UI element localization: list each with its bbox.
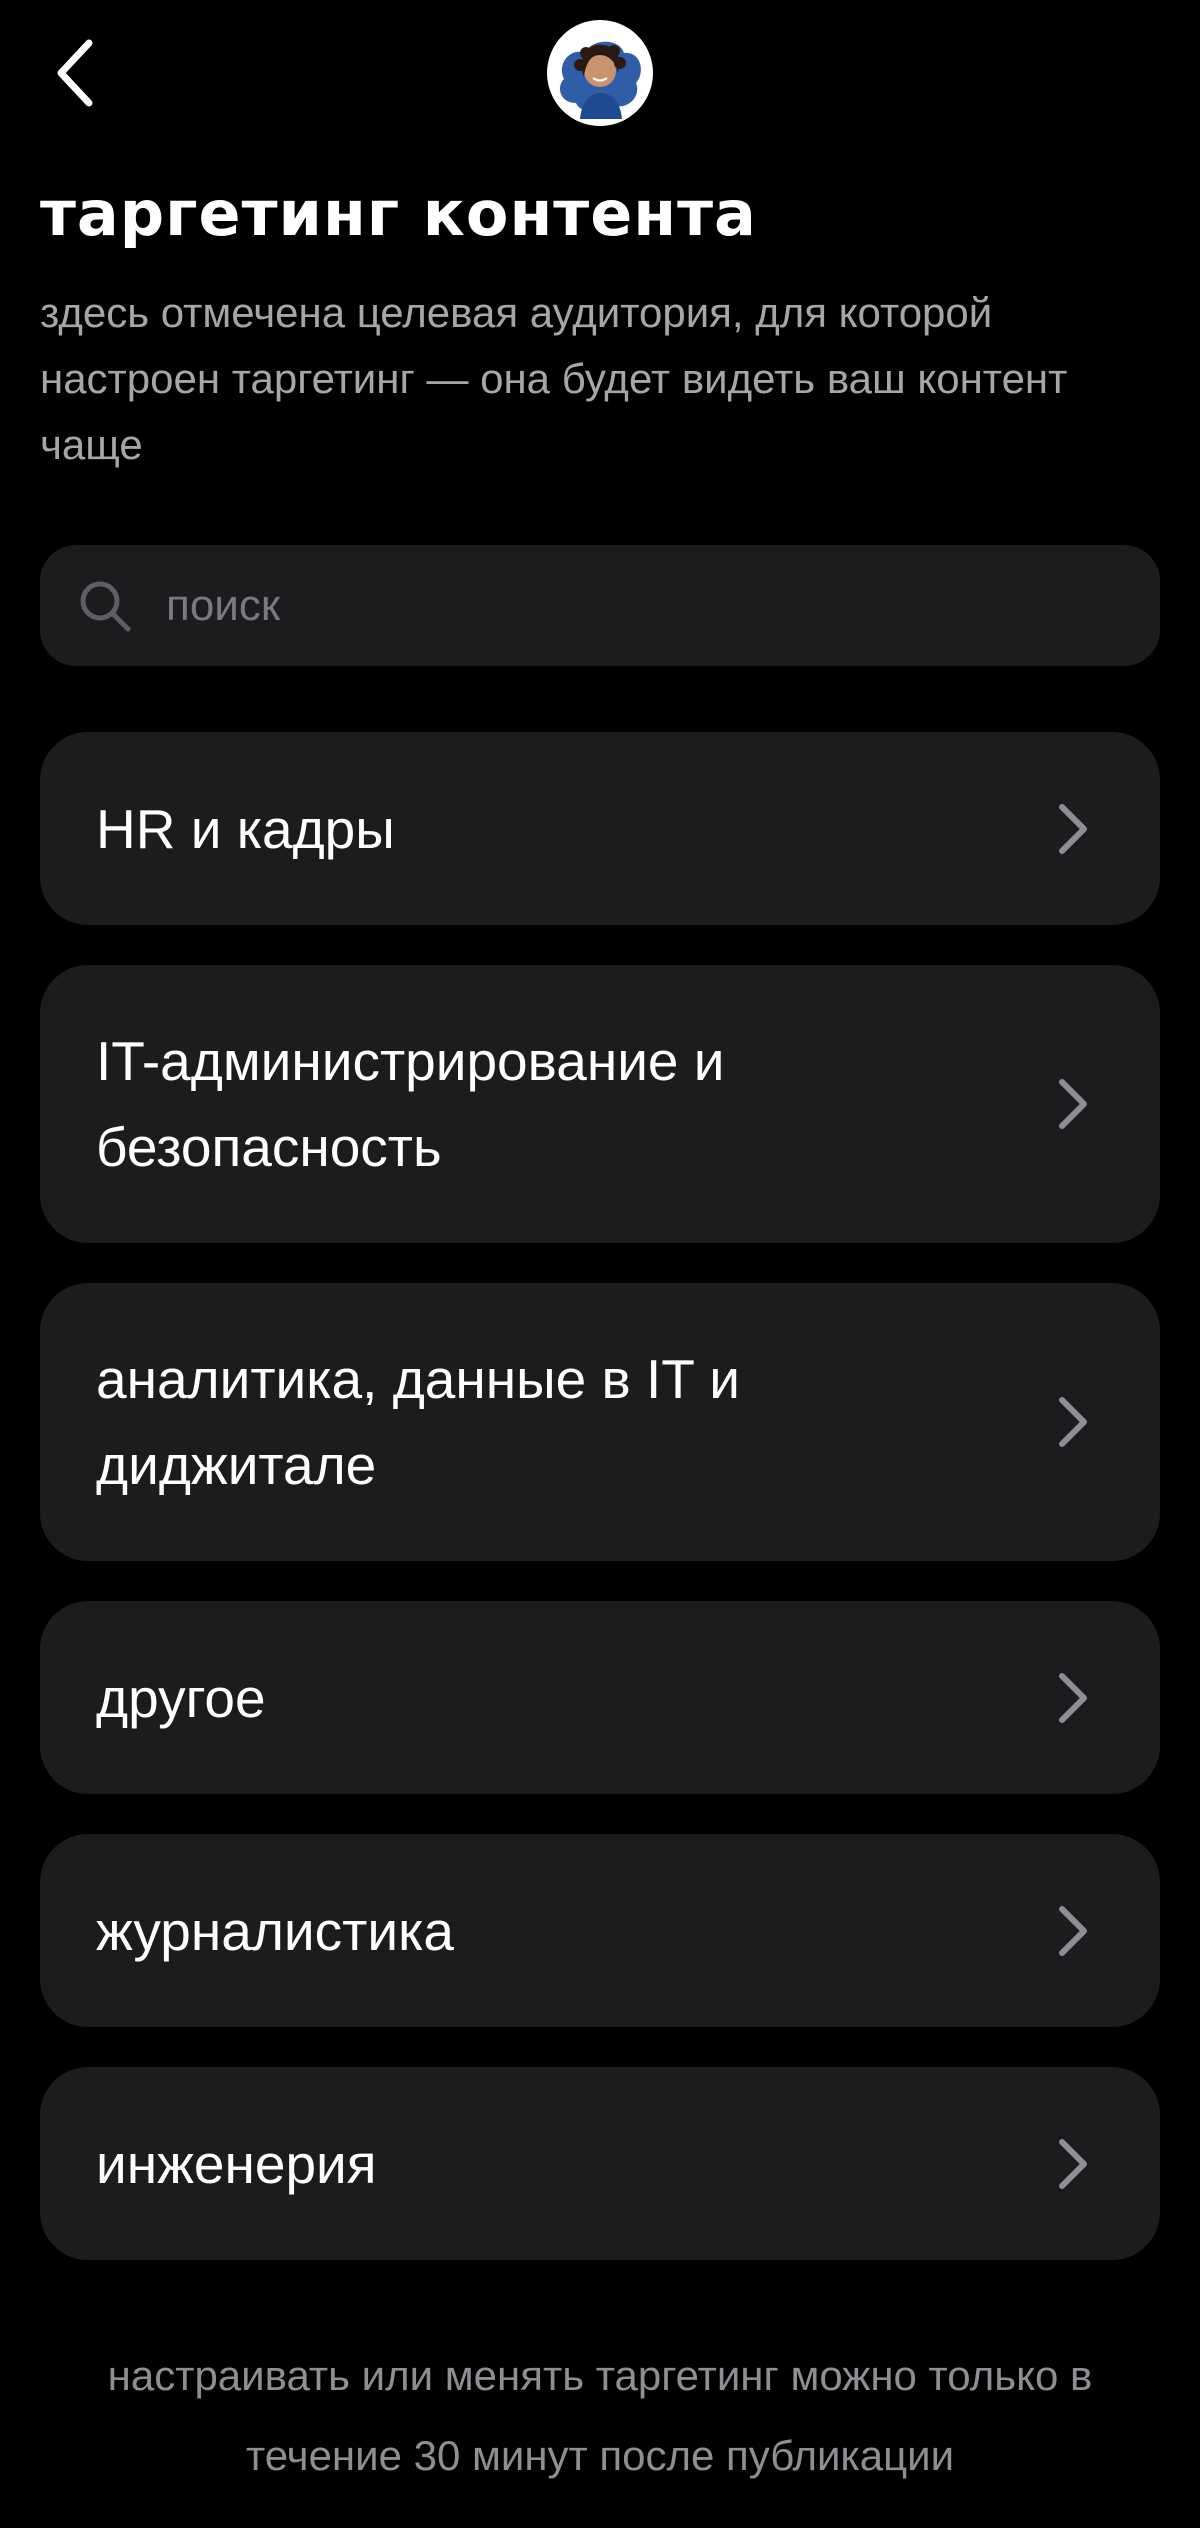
category-item-it-admin[interactable]: IT-администрирование и безопасность <box>40 965 1160 1243</box>
chevron-right-icon <box>1059 803 1087 854</box>
category-item-other[interactable]: другое <box>40 1601 1160 1794</box>
category-item-label: аналитика, данные в IT и диджитале <box>96 1348 740 1496</box>
chevron-right-icon <box>1059 2138 1087 2189</box>
search-box[interactable] <box>40 545 1160 666</box>
search-input[interactable] <box>166 545 1160 666</box>
category-item-hr[interactable]: HR и кадры <box>40 732 1160 925</box>
category-item-engineering[interactable]: инженерия <box>40 2067 1160 2260</box>
category-item-label: HR и кадры <box>96 797 395 860</box>
page-subtitle: здесь отмечена целевая аудитория, для ко… <box>40 289 1068 468</box>
chevron-left-icon <box>57 39 93 107</box>
chevron-right-icon <box>1059 1672 1087 1723</box>
chevron-right-icon <box>1059 1905 1087 1956</box>
chevron-right-icon <box>1059 1079 1087 1129</box>
category-item-label: журналистика <box>96 1899 454 1962</box>
page-title: таргетинг контента <box>40 177 757 250</box>
back-button[interactable] <box>40 30 110 116</box>
category-item-label: другое <box>96 1666 266 1729</box>
category-item-label: инженерия <box>96 2132 377 2195</box>
user-avatar <box>550 23 650 123</box>
chevron-right-icon <box>1059 1397 1087 1447</box>
category-item-label: IT-администрирование и безопасность <box>96 1030 725 1178</box>
footer-note: настраивать или менять таргетинг можно т… <box>107 2352 1093 2479</box>
category-list: HR и кадры IT-администрирование и безопа… <box>40 732 1160 2260</box>
category-item-analytics[interactable]: аналитика, данные в IT и диджитале <box>40 1283 1160 1561</box>
search-icon <box>76 577 134 635</box>
avatar[interactable] <box>547 20 653 126</box>
category-item-journalism[interactable]: журналистика <box>40 1834 1160 2027</box>
